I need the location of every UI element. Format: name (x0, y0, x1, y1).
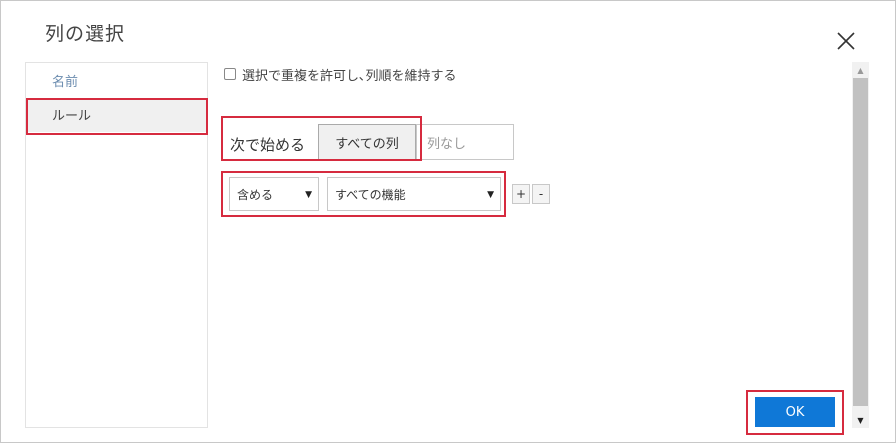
add-rule-button[interactable]: + (512, 184, 530, 204)
scroll-up-icon[interactable]: ▲ (852, 62, 869, 78)
sidebar-item-name[interactable]: 名前 (26, 66, 207, 98)
ok-button[interactable]: OK (755, 397, 835, 427)
dropdown-arrow-icon: ▼ (487, 190, 494, 200)
target-select[interactable]: すべての機能 ▼ (327, 177, 501, 211)
dropdown-arrow-icon: ▼ (305, 190, 312, 200)
sidebar-item-rules[interactable]: ルール (26, 100, 207, 132)
start-all-columns-button[interactable]: すべての列 (318, 124, 416, 160)
start-no-columns-button[interactable]: 列なし (416, 124, 514, 160)
scrollbar[interactable]: ▲ ▼ (852, 62, 869, 428)
select-columns-dialog: 列の選択 名前 ルール 選択で重複を許可し､列順を維持する 次で始める すべての… (0, 0, 896, 443)
allow-duplicates-checkbox[interactable] (224, 68, 236, 80)
sidebar-item-label: ルール (52, 109, 92, 124)
target-select-value: すべての機能 (335, 187, 406, 202)
sidebar-item-label: 名前 (52, 75, 79, 90)
condition-select[interactable]: 含める ▼ (229, 177, 319, 211)
remove-rule-button[interactable]: - (532, 184, 550, 204)
condition-select-value: 含める (237, 187, 274, 202)
dialog-title: 列の選択 (45, 23, 126, 45)
start-with-label: 次で始める (230, 136, 306, 154)
sidebar: 名前 ルール (25, 62, 208, 428)
allow-duplicates-label: 選択で重複を許可し､列順を維持する (242, 68, 457, 84)
close-icon[interactable] (835, 30, 857, 52)
allow-duplicates-option[interactable]: 選択で重複を許可し､列順を維持する (224, 64, 457, 84)
scroll-down-icon[interactable]: ▼ (852, 412, 869, 428)
scrollbar-thumb[interactable] (853, 78, 868, 406)
